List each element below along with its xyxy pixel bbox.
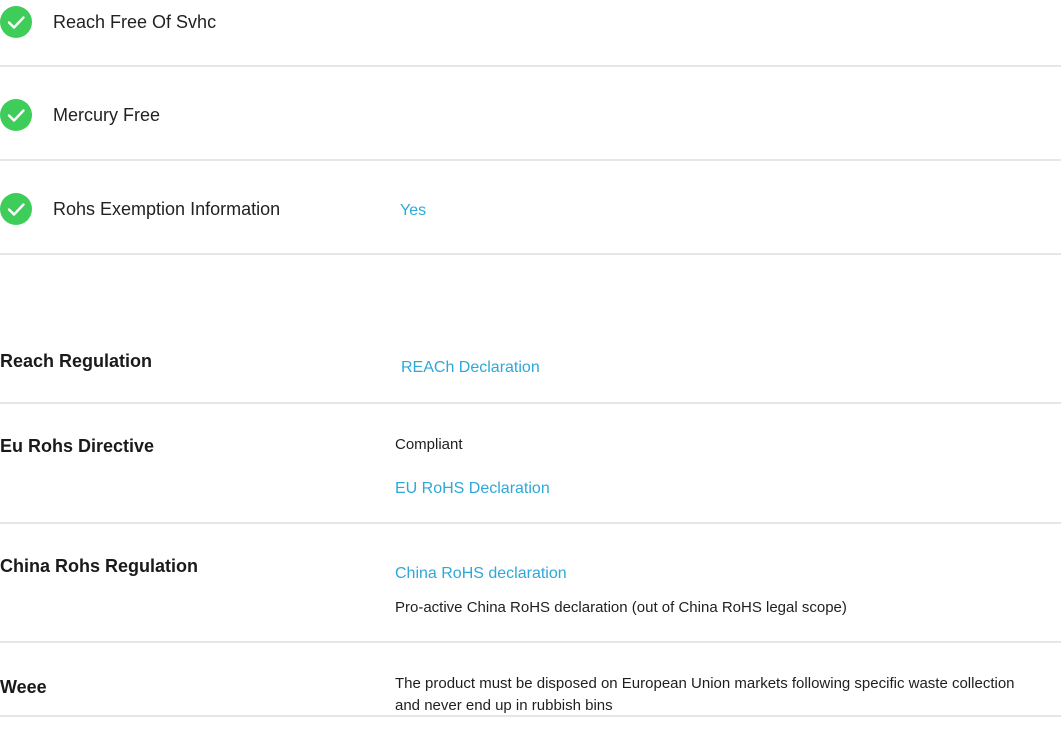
divider [0,715,1061,717]
divider [0,641,1061,643]
check-item-label: Mercury Free [53,105,161,125]
eu-rohs-directive-label: Eu Rohs Directive [0,436,155,456]
check-icon [0,99,32,131]
check-icon [0,6,32,38]
divider [0,65,1061,67]
check-item-mercury-free: Mercury Free [0,99,1061,131]
weee-label: Weee [0,677,47,697]
check-item-reach-free: Reach Free Of Svhc [0,6,1061,38]
check-item-rohs-exemption: Rohs Exemption Information Yes [0,193,1061,225]
rohs-exemption-value-link[interactable]: Yes [400,201,426,221]
eu-rohs-declaration-link[interactable]: EU RoHS Declaration [395,479,550,499]
weee-note: The product must be disposed on European… [395,675,1015,714]
china-rohs-declaration-link[interactable]: China RoHS declaration [395,564,567,584]
divider [0,159,1061,161]
check-icon [0,193,32,225]
reach-declaration-link[interactable]: REACh Declaration [401,358,540,378]
divider [0,253,1061,255]
check-item-label: Reach Free Of Svhc [53,12,217,32]
reach-regulation-label: Reach Regulation [0,351,153,371]
china-rohs-regulation-label: China Rohs Regulation [0,556,198,576]
divider [0,522,1061,524]
eu-rohs-status: Compliant [395,436,463,453]
china-rohs-note: Pro-active China RoHS declaration (out o… [395,599,847,616]
divider [0,402,1061,404]
check-item-label: Rohs Exemption Information [53,199,281,219]
environmental-compliance-panel: Reach Free Of Svhc Mercury Free Rohs Exe… [0,0,1061,744]
